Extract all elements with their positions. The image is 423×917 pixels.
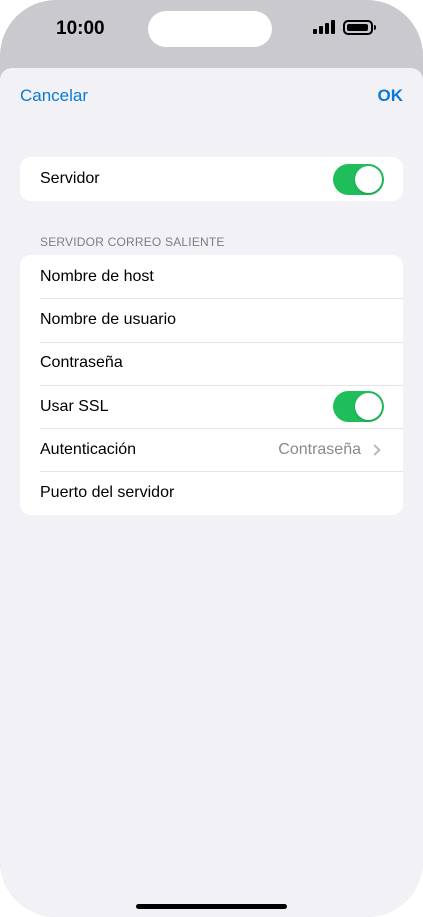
settings-sheet: Cancelar OK Servidor SERVIDOR CORREO SAL… <box>0 68 423 917</box>
server-label: Servidor <box>40 170 100 187</box>
server-toggle[interactable] <box>333 163 384 195</box>
status-bar: 10:00 <box>0 0 423 62</box>
username-label: Nombre de usuario <box>40 310 177 328</box>
server-port-row[interactable]: Puerto del servidor <box>20 471 403 514</box>
ssl-row: Usar SSL <box>20 384 403 428</box>
ssl-label: Usar SSL <box>40 397 109 415</box>
authentication-row[interactable]: Autenticación Contraseña <box>20 428 403 471</box>
password-row[interactable]: Contraseña <box>20 341 403 385</box>
ssl-toggle-knob <box>355 393 382 421</box>
battery-icon <box>343 20 376 35</box>
server-row: Servidor <box>20 157 403 201</box>
cellular-signal-icon <box>313 20 337 34</box>
chevron-right-icon <box>369 444 381 456</box>
username-row[interactable]: Nombre de usuario <box>20 298 403 341</box>
server-port-label: Puerto del servidor <box>40 484 175 502</box>
host-row[interactable]: Nombre de host <box>20 255 403 298</box>
password-label: Contraseña <box>40 354 123 372</box>
outgoing-section-header: SERVIDOR CORREO SALIENTE <box>40 235 225 249</box>
authentication-value: Contraseña <box>278 440 361 458</box>
server-group: Servidor <box>20 157 403 201</box>
authentication-label: Autenticación <box>40 440 137 458</box>
dynamic-island <box>148 11 272 47</box>
home-indicator <box>136 904 287 909</box>
server-toggle-knob <box>355 165 382 193</box>
status-time: 10:00 <box>56 18 105 39</box>
cancel-button[interactable]: Cancelar <box>20 86 88 106</box>
ssl-toggle[interactable] <box>333 391 384 423</box>
outgoing-server-group: Nombre de host Nombre de usuario Contras… <box>20 255 403 515</box>
host-label: Nombre de host <box>40 267 154 285</box>
ok-button[interactable]: OK <box>378 86 404 106</box>
phone-frame: 10:00 Cancelar OK Servidor SERVIDOR CORR… <box>0 0 423 917</box>
